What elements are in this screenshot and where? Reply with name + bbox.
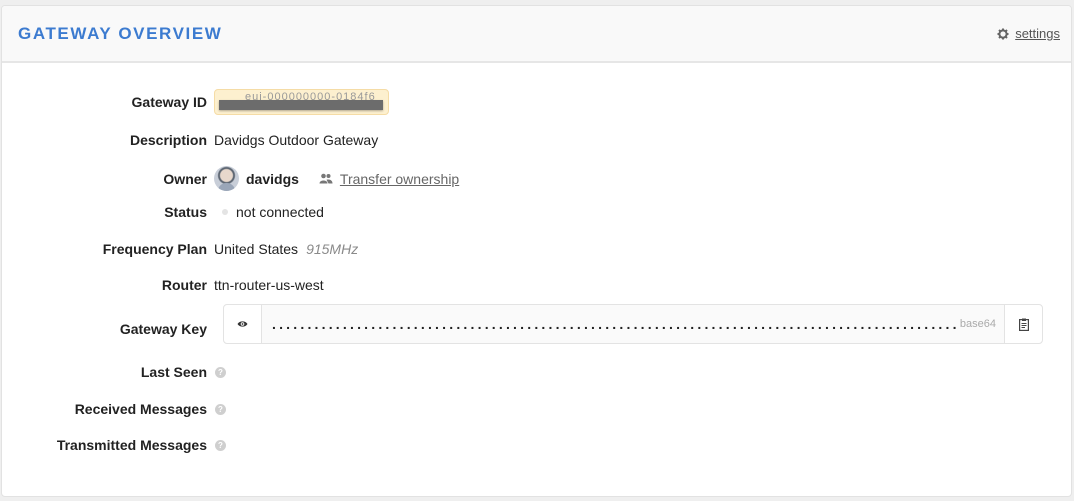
redaction-bar [219,100,383,110]
last-seen-row: Last Seen ? [0,364,226,380]
users-icon [319,173,333,184]
status-label: Status [164,204,207,220]
received-messages-row: Received Messages ? [0,401,226,417]
description-value: Davidgs Outdoor Gateway [214,132,379,148]
gear-icon [997,28,1009,39]
reveal-key-button[interactable] [224,305,262,343]
frequency-plan-region: United States [214,241,299,257]
gateway-key-value[interactable]: ........................................… [262,305,960,343]
settings-label[interactable]: settings [1015,26,1060,41]
router-row: Router ttn-router-us-west [0,277,324,293]
transfer-ownership-label[interactable]: Transfer ownership [340,171,459,187]
description-label: Description [129,132,207,148]
last-seen-label: Last Seen [140,364,207,380]
help-icon[interactable]: ? [215,439,226,451]
page-title: GATEWAY OVERVIEW [18,24,223,43]
gateway-id-text: eui-000000000-0184f6 [245,91,376,100]
gateway-id-value[interactable]: eui-000000000-0184f6 [214,89,389,115]
panel-header: GATEWAY OVERVIEW settings [2,6,1071,63]
router-label: Router [161,277,207,293]
gateway-key-label: Gateway Key [119,321,207,337]
gateway-key-field: ........................................… [223,304,1043,344]
key-encoding[interactable]: base64 [960,305,1004,343]
owner-row: Owner davidgs Transfer ownership [0,166,459,191]
transmitted-messages-label: Transmitted Messages [56,437,207,453]
owner-label: Owner [163,170,207,187]
status-dot [222,209,228,215]
clipboard-icon [1018,318,1029,331]
gateway-key-row: Gateway Key [0,321,214,337]
transfer-ownership-link[interactable]: Transfer ownership [319,171,459,187]
received-messages-label: Received Messages [74,401,207,417]
gateway-id-row: Gateway ID eui-000000000-0184f6 [0,89,389,115]
frequency-plan-row: Frequency Plan United States 915MHz [0,241,358,257]
help-icon[interactable]: ? [215,403,226,415]
router-value: ttn-router-us-west [214,277,324,293]
description-row: Description Davidgs Outdoor Gateway [0,132,378,148]
eye-icon [237,321,248,327]
avatar [214,166,239,191]
status-row: Status not connected [0,204,324,220]
frequency-plan-label: Frequency Plan [102,241,207,257]
transmitted-messages-row: Transmitted Messages ? [0,437,226,453]
settings-link[interactable]: settings [997,26,1060,41]
frequency-plan-band: 915MHz [306,241,359,257]
gateway-id-label: Gateway ID [131,94,207,110]
help-icon[interactable]: ? [215,366,226,378]
status-value: not connected [236,204,324,220]
copy-key-button[interactable] [1004,305,1042,343]
owner-username[interactable]: davidgs [246,171,299,187]
